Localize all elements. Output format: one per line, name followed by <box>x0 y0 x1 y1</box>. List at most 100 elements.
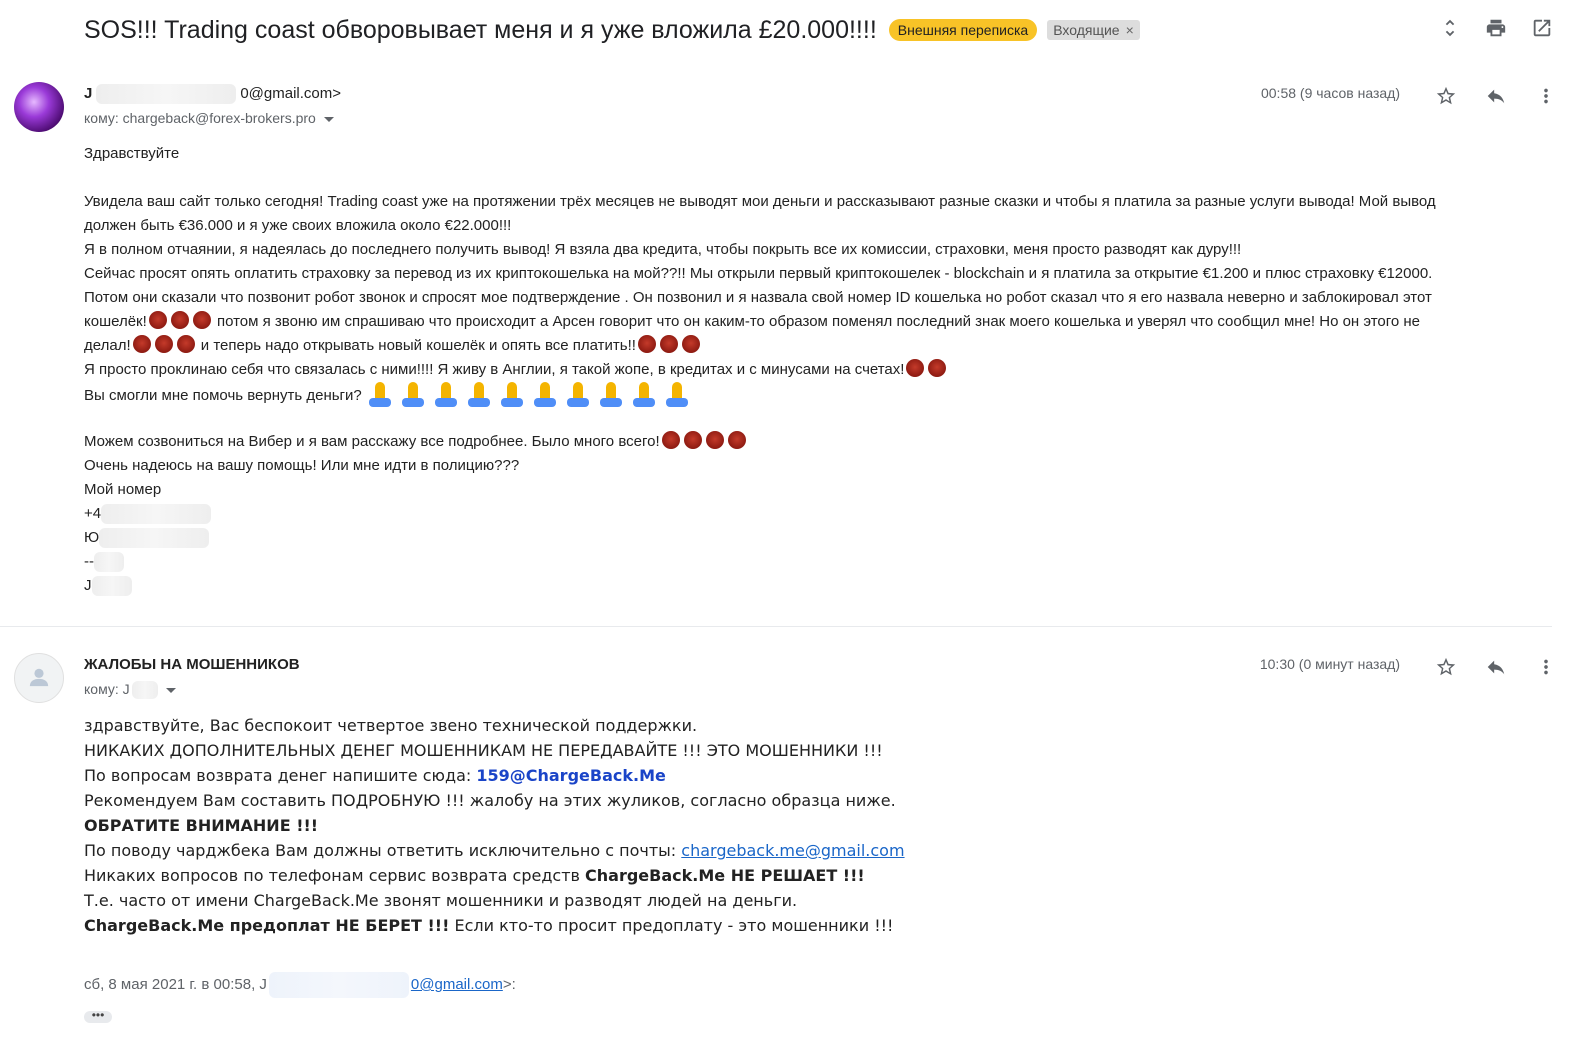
signature-initial: J <box>84 577 92 594</box>
sender-avatar[interactable] <box>14 82 64 132</box>
body-line: Рекомендуем Вам составить ПОДРОБНУЮ !!! … <box>84 791 896 810</box>
body-line: НИКАКИХ ДОПОЛНИТЕЛЬНЫХ ДЕНЕГ МОШЕННИКАМ … <box>84 741 883 760</box>
name-initial: Ю <box>84 529 100 546</box>
official-email-link[interactable]: chargeback.me@gmail.com <box>681 841 904 860</box>
body-fragment: и теперь надо открывать новый кошелёк и … <box>196 337 636 354</box>
body-fragment: Если кто-то просит предоплату - это моше… <box>449 916 894 935</box>
folded-hands-icon <box>465 382 493 408</box>
body-line: Никаких вопросов по телефонам сервис воз… <box>84 863 905 888</box>
message-divider <box>0 626 1552 627</box>
recipient-text: кому: J <box>84 681 130 697</box>
sender-line: J 0@gmail.com> <box>84 84 341 104</box>
angry-emoji-icon <box>192 311 211 329</box>
show-details-icon[interactable] <box>165 687 176 693</box>
greeting: Здравствуйте <box>84 145 180 162</box>
label-inbox[interactable]: Входящие × <box>1047 20 1140 40</box>
quoted-header: сб, 8 мая 2021 г. в 00:58, J 0@gmail.com>… <box>84 972 516 998</box>
folded-hands-icon <box>564 382 592 408</box>
signature-line: J <box>84 574 1554 598</box>
body-line: кошелёк! потом я звоню им спрашиваю что … <box>84 310 1554 334</box>
redacted-block <box>91 576 132 597</box>
show-trimmed-content-button[interactable]: ••• <box>84 1009 112 1023</box>
sender-name: ЖАЛОБЫ НА МОШЕННИКОВ <box>84 656 300 673</box>
more-options-icon[interactable] <box>1534 655 1558 679</box>
sender-avatar[interactable] <box>14 653 64 703</box>
quote-suffix: >: <box>502 975 516 993</box>
body-line: Вы смогли мне помочь вернуть деньги? <box>84 382 1554 412</box>
body-fragment: кошелёк! <box>84 313 147 330</box>
top-toolbar <box>1438 16 1554 40</box>
body-fragment: потом я звоню им спрашиваю что происходи… <box>212 313 1421 330</box>
email-subject: SOS!!! Trading coast обворовывает меня и… <box>84 15 877 44</box>
recipient-text: кому: chargeback@forex-brokers.pro <box>84 110 316 126</box>
folded-hands-icon <box>531 382 559 408</box>
angry-emoji-icon <box>132 335 151 353</box>
body-fragment: Я просто проклинаю себя что связалась с … <box>84 361 905 378</box>
redacted-block <box>131 681 158 700</box>
sender-line: ЖАЛОБЫ НА МОШЕННИКОВ <box>84 656 300 673</box>
message-actions <box>1434 655 1558 679</box>
print-icon[interactable] <box>1484 16 1508 40</box>
body-line: Сейчас просят опять оплатить страховку з… <box>84 265 1433 282</box>
quoted-email-link[interactable]: 0@gmail.com <box>411 976 503 993</box>
reply-icon[interactable] <box>1484 655 1508 679</box>
redacted-block <box>99 528 210 549</box>
label-remove-icon[interactable]: × <box>1126 22 1134 38</box>
phone-line: +4 <box>84 502 1554 526</box>
name-line: Ю <box>84 526 1554 550</box>
message-time: 10:30 (0 минут назад) <box>1259 656 1400 672</box>
angry-emoji-icon <box>928 359 947 377</box>
body-line: Я в полном отчаянии, я надеялась до посл… <box>84 241 1242 258</box>
folded-hands-icon <box>630 382 658 408</box>
body-line: Можем созвониться на Вибер и я вам расск… <box>84 430 1554 454</box>
body-fragment: Никаких вопросов по телефонам сервис воз… <box>84 866 586 885</box>
attention-heading: ОБРАТИТЕ ВНИМАНИЕ !!! <box>84 816 319 835</box>
angry-emoji-icon <box>637 335 656 353</box>
open-new-window-icon[interactable] <box>1530 16 1554 40</box>
reply-body: здравствуйте, Вас беспокоит четвертое зв… <box>84 713 905 938</box>
message-time: 00:58 (9 часов назад) <box>1260 85 1400 101</box>
folded-hands-icon <box>663 382 691 408</box>
folded-hands-icon <box>432 382 460 408</box>
body-line: делал! и теперь надо открывать новый кош… <box>84 334 1554 358</box>
angry-emoji-icon <box>683 431 702 449</box>
redacted-block <box>268 972 409 998</box>
angry-emoji-icon <box>148 311 167 329</box>
angry-emoji-icon <box>176 335 195 353</box>
person-icon <box>29 668 49 687</box>
label-inbox-text: Входящие <box>1053 22 1120 38</box>
message-body: Здравствуйте Увидела ваш сайт только сег… <box>84 142 1554 598</box>
body-line: должен быть €36.000 и я уже своих вложил… <box>84 217 512 234</box>
contact-email-link[interactable]: 159@ChargeBack.Me <box>476 766 666 785</box>
redacted-block <box>96 84 237 104</box>
angry-emoji-icon <box>170 311 189 329</box>
angry-emoji-icon <box>906 359 925 377</box>
body-line: ОБРАТИТЕ ВНИМАНИЕ !!! <box>84 813 905 838</box>
sender-email: 0@gmail.com> <box>240 84 342 102</box>
angry-emoji-icon <box>681 335 700 353</box>
folded-hands-icon <box>498 382 526 408</box>
body-line: ChargeBack.Me предоплат НЕ БЕРЕТ !!! Есл… <box>84 913 905 938</box>
signature-separator: -- <box>84 550 1554 574</box>
body-line: Я просто проклинаю себя что связалась с … <box>84 358 1554 382</box>
angry-emoji-icon <box>154 335 173 353</box>
folded-hands-icon <box>366 382 394 408</box>
star-icon[interactable] <box>1434 655 1458 679</box>
show-details-icon[interactable] <box>323 116 334 122</box>
body-line: здравствуйте, Вас беспокоит четвертое зв… <box>84 716 698 735</box>
body-fragment: Можем созвониться на Вибер и я вам расск… <box>84 433 660 450</box>
message-actions <box>1434 84 1558 108</box>
angry-emoji-icon <box>705 431 724 449</box>
label-external[interactable]: Внешняя переписка <box>888 19 1038 41</box>
star-icon[interactable] <box>1434 84 1458 108</box>
reply-icon[interactable] <box>1484 84 1508 108</box>
body-line: Увидела ваш сайт только сегодня! Trading… <box>84 193 1436 210</box>
body-fragment: делал! <box>84 337 131 354</box>
expand-all-icon[interactable] <box>1438 16 1462 40</box>
body-bold-fragment: ChargeBack.Me НЕ РЕШАЕТ !!! <box>585 866 865 885</box>
body-line: Мой номер <box>84 481 162 498</box>
more-options-icon[interactable] <box>1534 84 1558 108</box>
recipient-line: кому: J <box>84 681 176 700</box>
sender-initial: J <box>84 84 93 102</box>
body-fragment: По вопросам возврата денег напишите сюда… <box>84 766 477 785</box>
